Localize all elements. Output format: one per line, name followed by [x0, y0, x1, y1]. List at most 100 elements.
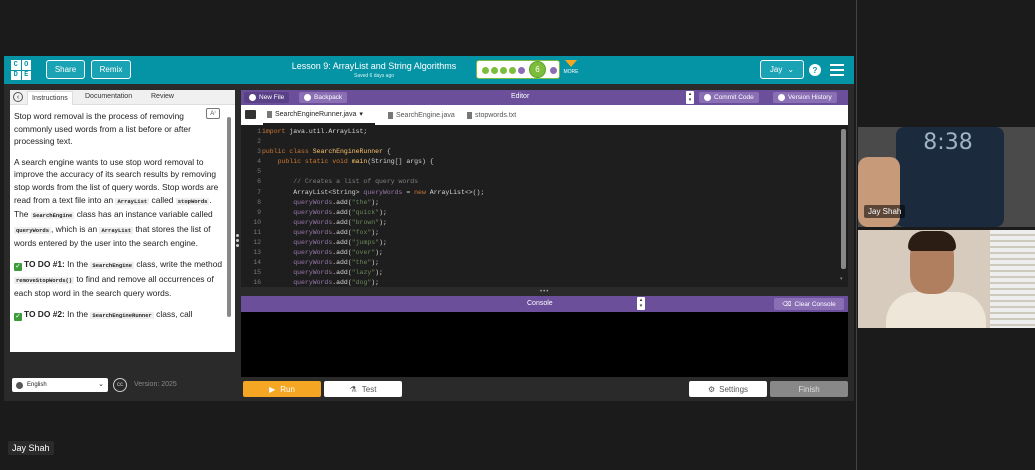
instructions-text: Stop word removal is the process of remo…	[14, 111, 223, 321]
code-line: queryWords.add("fox");	[293, 228, 380, 236]
participant-tile-phone[interactable]: 8:38 Jay Shah	[858, 127, 1035, 227]
lesson-title: Lesson 9: ArrayList and String Algorithm…	[291, 61, 457, 71]
clear-console-button[interactable]: ⌫ Clear Console	[774, 298, 844, 310]
console-scroll-icon[interactable]: ▴ ▾	[637, 297, 645, 310]
code-line: queryWords.add("lazy");	[293, 269, 383, 277]
phone-clock: 8:38	[923, 130, 973, 155]
shared-screen: C O D E Share Remix Lesson 9: ArrayList …	[4, 56, 854, 401]
file-tabs: SearchEngineRunner.java ▾ SearchEngine.j…	[241, 105, 848, 125]
flask-icon: ⚗	[349, 384, 357, 394]
console-label: Console	[527, 300, 553, 307]
main-speaker-name: Jay Shah	[8, 441, 54, 455]
code-logo[interactable]: C O D E	[11, 60, 31, 80]
code-line: // Creates a list of query words	[262, 178, 419, 186]
version-history-button[interactable]: Version History	[773, 92, 837, 103]
checkbox-icon: ✓	[14, 312, 22, 321]
version-label: Version: 2025	[134, 381, 177, 388]
commit-code-button[interactable]: Commit Code	[699, 92, 759, 103]
backpack-button[interactable]: Backpack	[299, 92, 348, 103]
tab-stopwords[interactable]: stopwords.txt	[467, 105, 516, 125]
current-level-bubble[interactable]: 6	[529, 61, 546, 78]
run-button[interactable]: ▶ Run	[243, 381, 321, 397]
console-output[interactable]	[241, 312, 848, 377]
file-icon	[267, 110, 272, 118]
code-lines: import java.util.ArrayList; public class…	[262, 127, 484, 287]
zoom-screen: C O D E Share Remix Lesson 9: ArrayList …	[0, 0, 1035, 470]
console-header: Console ▴ ▾ ⌫ Clear Console	[241, 296, 848, 312]
commit-icon	[704, 94, 711, 101]
code-line: import java.util.ArrayList;	[262, 128, 368, 135]
tab-searchengine[interactable]: SearchEngine.java	[388, 105, 455, 125]
chevron-down-icon: ⌄	[98, 381, 104, 388]
code-editor[interactable]: 1 2 3 4 5 6 7 8 9 10 11 12 13 14 15 16 import java.util…	[241, 125, 848, 287]
person-body	[886, 292, 986, 328]
code-line: queryWords.add("dog");	[293, 279, 380, 287]
header-scroll-icon[interactable]: ▴ ▾	[686, 91, 694, 104]
caret-down-icon: ▾	[359, 111, 363, 118]
tab-instructions[interactable]: Instructions	[27, 91, 73, 105]
help-icon[interactable]: ?	[809, 64, 821, 76]
chevron-down-icon: ⌄	[787, 65, 795, 74]
code-scrollbar[interactable]	[841, 129, 846, 269]
instructions-panel: ‹ Instructions Documentation Review A⁾ S…	[10, 90, 235, 352]
finish-button[interactable]: Finish	[770, 381, 848, 397]
settings-button[interactable]: ⚙ Settings	[689, 381, 767, 397]
checkbox-icon: ✓	[14, 262, 22, 271]
collapse-icon[interactable]: ‹	[13, 92, 23, 102]
user-menu[interactable]: Jay ⌄	[760, 60, 804, 79]
person-hair	[908, 231, 956, 251]
more-triangle-icon	[565, 60, 577, 67]
progress-dot[interactable]	[500, 67, 507, 74]
remix-button[interactable]: Remix	[91, 60, 131, 79]
instructions-scrollbar[interactable]	[227, 117, 231, 317]
console-resize-handle[interactable]: •••	[540, 289, 549, 295]
line-numbers: 1 2 3 4 5 6 7 8 9 10 11 12 13 14 15 16	[253, 128, 261, 287]
code-line: queryWords.add("the");	[293, 198, 380, 206]
tab-review[interactable]: Review	[151, 93, 174, 100]
editor-label: Editor	[511, 93, 530, 100]
more-levels[interactable]: MORE	[562, 60, 580, 75]
tab-documentation[interactable]: Documentation	[85, 93, 132, 100]
progress-dot[interactable]	[509, 67, 516, 74]
file-icon	[388, 111, 393, 119]
clock-icon	[778, 94, 785, 101]
participant-tile-camera[interactable]	[858, 230, 1035, 328]
code-line: public static void main(String[] args) {	[277, 158, 434, 166]
eraser-icon: ⌫	[782, 301, 792, 308]
code-line: queryWords.add("quick");	[293, 208, 387, 216]
code-org-topbar: C O D E Share Remix Lesson 9: ArrayList …	[4, 56, 854, 84]
tab-searchenginerunner[interactable]: SearchEngineRunner.java ▾	[263, 105, 375, 125]
scroll-down-icon[interactable]: ▾	[840, 276, 843, 282]
share-button[interactable]: Share	[46, 60, 85, 79]
code-line: queryWords.add("over");	[293, 249, 383, 257]
globe-icon	[16, 381, 23, 389]
folder-icon[interactable]	[245, 110, 256, 119]
hamburger-menu-icon[interactable]	[830, 64, 844, 79]
progress-dot[interactable]	[550, 67, 557, 74]
instructions-tabs: ‹ Instructions Documentation Review	[10, 90, 235, 105]
editor-header: New File Backpack Editor ▴ ▾ Commit Code …	[241, 90, 848, 105]
gear-icon: ⚙	[707, 384, 716, 394]
panel-resize-handle[interactable]	[236, 234, 239, 249]
test-button[interactable]: ⚗ Test	[324, 381, 402, 397]
plus-icon	[249, 94, 256, 101]
code-line: queryWords.add("jumps");	[293, 239, 387, 247]
code-line: queryWords.add("the");	[293, 259, 380, 267]
creative-commons-icon[interactable]: cc	[113, 378, 127, 392]
participant-name: Jay Shah	[864, 205, 906, 218]
progress-dot[interactable]	[518, 67, 525, 74]
file-icon	[467, 111, 472, 119]
window-blinds	[990, 230, 1035, 328]
panel-divider	[856, 0, 857, 470]
backpack-icon	[304, 94, 311, 101]
saved-status: Saved 6 days ago	[353, 73, 395, 79]
progress-dot[interactable]	[482, 67, 489, 74]
new-file-button[interactable]: New File	[244, 92, 290, 103]
lesson-progress[interactable]: 6	[476, 60, 560, 79]
play-icon: ▶	[269, 384, 276, 394]
progress-dot[interactable]	[491, 67, 498, 74]
code-line: queryWords.add("brown");	[293, 218, 387, 226]
language-select[interactable]: English ⌄	[12, 378, 108, 392]
code-line: ArrayList<String> queryWords = new Array…	[262, 188, 485, 196]
